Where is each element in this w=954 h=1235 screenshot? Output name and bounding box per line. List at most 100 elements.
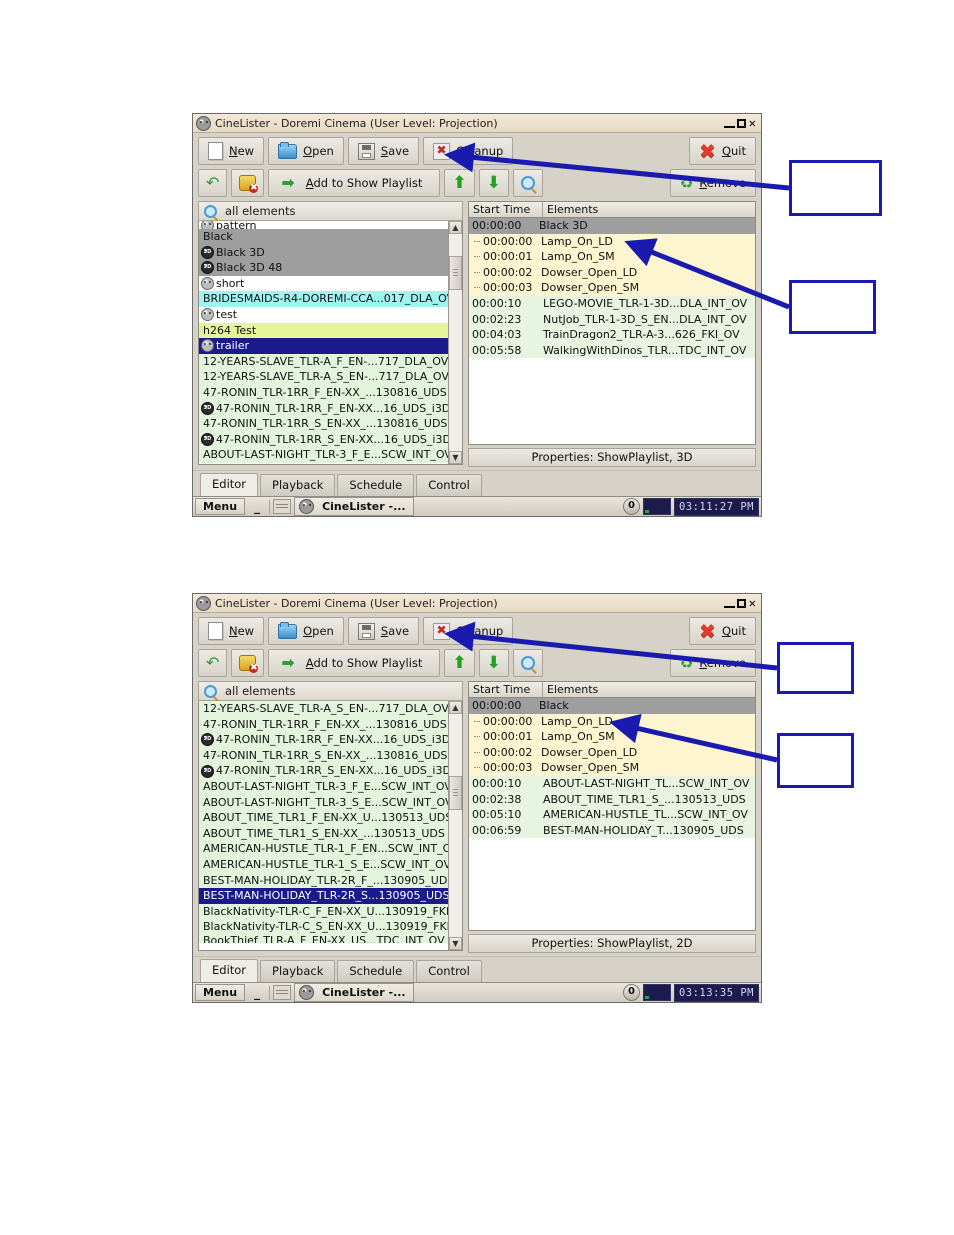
list-item[interactable]: BRIDESMAIDS-R4-DOREMI-CCA...017_DLA_OV: [199, 291, 448, 307]
list-item[interactable]: test: [199, 306, 448, 323]
playlist-row[interactable]: 00:00:03 Dowser_Open_SM: [469, 760, 755, 776]
menu-button-2[interactable]: Menu: [195, 984, 246, 1001]
list-item[interactable]: ABOUT-LAST-NIGHT_TLR-3_F_E...SCW_INT_OV: [199, 778, 448, 795]
list-item[interactable]: Black: [199, 229, 448, 245]
tab-editor[interactable]: Editor: [200, 959, 259, 982]
list-item[interactable]: 3D Black 3D: [199, 244, 448, 261]
save-button-2[interactable]: Save: [347, 617, 420, 645]
element-list[interactable]: pattern Black 3D Black 3D 3D Black 3D 48 short…: [198, 221, 463, 465]
open-button[interactable]: Open: [268, 137, 344, 165]
list-item[interactable]: pattern: [199, 221, 448, 229]
quit-button-2[interactable]: ✖ Quit: [689, 617, 756, 645]
playlist-row[interactable]: 00:00:10 ABOUT-LAST-NIGHT_TL...SCW_INT_OV: [469, 775, 755, 792]
open-button-2[interactable]: Open: [268, 617, 344, 645]
playlist-row[interactable]: 00:05:10 AMERICAN-HUSTLE_TL...SCW_INT_OV: [469, 807, 755, 823]
search-input[interactable]: all elements: [225, 204, 296, 218]
list-item[interactable]: 3D 47-RONIN_TLR-1RR_F_EN-XX...16_UDS_i3D: [199, 400, 448, 417]
undo-button[interactable]: ↷: [198, 169, 228, 197]
list-item[interactable]: BEST-MAN-HOLIDAY_TLR-2R_S...130905_UDS: [199, 888, 448, 904]
new-button[interactable]: New: [198, 137, 265, 165]
list-item[interactable]: 3D 47-RONIN_TLR-1RR_F_EN-XX...16_UDS_i3D: [199, 732, 448, 748]
scroll-thumb[interactable]: [449, 256, 462, 290]
playlist-row[interactable]: 00:00:03 Dowser_Open_SM: [469, 280, 755, 296]
search-input-2[interactable]: all elements: [225, 684, 296, 698]
scroll-track-2[interactable]: [449, 714, 462, 937]
view-tabs[interactable]: Editor Playback Schedule Control: [193, 470, 761, 496]
tab-schedule[interactable]: Schedule: [337, 960, 415, 982]
notification-counter[interactable]: 0: [622, 498, 640, 515]
list-item[interactable]: 3D Black 3D 48: [199, 260, 448, 276]
playlist-row[interactable]: 00:00:00 Lamp_On_LD: [469, 233, 755, 250]
scroll-up-arrow[interactable]: ▲: [449, 221, 462, 234]
playlist-row[interactable]: 00:00:02 Dowser_Open_LD: [469, 744, 755, 761]
list-item[interactable]: AMERICAN-HUSTLE_TLR-1_F_EN...SCW_INT_OV: [199, 841, 448, 857]
scroll-down-arrow[interactable]: ▼: [449, 451, 462, 464]
close-button[interactable]: ✕: [748, 117, 757, 129]
list-item[interactable]: ABOUT_TIME_TLR1_S_EN-XX_...130513_UDS: [199, 825, 448, 842]
list-item[interactable]: 12-YEARS-SLAVE_TLR-A_S_EN-...717_DLA_OV: [199, 701, 448, 717]
list-item[interactable]: 47-RONIN_TLR-1RR_S_EN-XX_...130816_UDS: [199, 747, 448, 764]
list-item[interactable]: BlackNativity-TLR-C_F_EN-XX_U...130919_F…: [199, 903, 448, 920]
list-item[interactable]: ABOUT-LAST-NIGHT_TLR-3_F_E...SCW_INT_OV: [199, 447, 448, 463]
list-item[interactable]: BlackNativity-TLR-C_S_EN-XX_U...130919_F…: [199, 919, 448, 935]
list-item[interactable]: ABOUT_TIME_TLR1_F_EN-XX_U...130513_UDS: [199, 810, 448, 826]
move-down-button-2[interactable]: ⬇: [478, 649, 509, 677]
close-button-2[interactable]: ✕: [748, 597, 757, 609]
delete-element-button[interactable]: [231, 169, 265, 197]
list-item[interactable]: h264 Test: [199, 322, 448, 339]
tab-control[interactable]: Control: [416, 960, 482, 982]
taskbar-task-cinelister-2[interactable]: CineLister -...: [294, 983, 414, 1002]
element-list-scrollbar[interactable]: ▲ ▼: [448, 221, 462, 464]
scroll-thumb-2[interactable]: [449, 776, 462, 810]
playlist-row[interactable]: 00:00:02 Dowser_Open_LD: [469, 264, 755, 281]
taskbar-minimize-button-2[interactable]: _: [248, 987, 266, 999]
add-to-show-playlist-button[interactable]: ➡ Add to Show Playlist: [268, 169, 441, 197]
playlist-list[interactable]: 00:00:00 Black 3D 00:00:00 Lamp_On_LD 00:00:…: [468, 218, 756, 445]
move-up-button-2[interactable]: ⬆: [444, 649, 475, 677]
quit-button[interactable]: ✖ Quit: [689, 137, 756, 165]
list-item[interactable]: 3D 47-RONIN_TLR-1RR_S_EN-XX...16_UDS_i3D: [199, 431, 448, 448]
element-search-bar-2[interactable]: all elements: [198, 681, 463, 701]
tab-playback[interactable]: Playback: [260, 960, 336, 982]
maximize-button[interactable]: [736, 118, 746, 128]
move-down-button[interactable]: ⬇: [478, 169, 509, 197]
list-item[interactable]: 47-RONIN_TLR-1RR_F_EN-XX_...130816_UDS: [199, 384, 448, 401]
tab-control[interactable]: Control: [416, 474, 482, 496]
element-list-rows[interactable]: pattern Black 3D Black 3D 3D Black 3D 48 short…: [199, 221, 448, 464]
playlist-list-2[interactable]: 00:00:00 Black 00:00:00 Lamp_On_LD 00:00:01 L…: [468, 698, 756, 931]
cleanup-button-2[interactable]: ✖ Cleanup: [423, 617, 514, 645]
playlist-row[interactable]: 00:06:59 BEST-MAN-HOLIDAY_T...130905_UDS: [469, 822, 755, 839]
playlist-rows-2[interactable]: 00:00:00 Black 00:00:00 Lamp_On_LD 00:00:01 L…: [469, 698, 755, 839]
playlist-row[interactable]: 00:00:00 Black: [469, 698, 755, 714]
add-to-show-playlist-button-2[interactable]: ➡ Add to Show Playlist: [268, 649, 441, 677]
scroll-track[interactable]: [449, 234, 462, 451]
list-item[interactable]: ABOUT-LAST-NIGHT_TLR-3_S_E...SCW_INT_OV: [199, 794, 448, 811]
list-item[interactable]: BookThief_TLR-A_F_EN-XX_US...TDC_INT_OV: [199, 934, 448, 943]
inspect-button[interactable]: [512, 169, 543, 197]
element-list-2[interactable]: 12-YEARS-SLAVE_TLR-A_S_EN-...717_DLA_OV 4…: [198, 701, 463, 951]
tab-schedule[interactable]: Schedule: [337, 474, 415, 496]
playlist-row[interactable]: 00:02:38 ABOUT_TIME_TLR1_S_...130513_UDS: [469, 791, 755, 808]
delete-element-button-2[interactable]: [231, 649, 265, 677]
playlist-row[interactable]: 00:00:10 LEGO-MOVIE_TLR-1-3D...DLA_INT_OV: [469, 295, 755, 312]
new-button-2[interactable]: New: [198, 617, 265, 645]
menu-button[interactable]: Menu: [195, 498, 246, 515]
playlist-row[interactable]: 00:00:00 Lamp_On_LD: [469, 713, 755, 730]
remove-button[interactable]: ♻ Remove: [669, 169, 756, 197]
move-up-button[interactable]: ⬆: [444, 169, 475, 197]
taskbar-task-cinelister[interactable]: CineLister -...: [294, 497, 414, 516]
list-item[interactable]: 12-YEARS-SLAVE_TLR-A_S_EN-...717_DLA_OV: [199, 369, 448, 385]
playlist-rows[interactable]: 00:00:00 Black 3D 00:00:00 Lamp_On_LD 00:00:…: [469, 218, 755, 359]
element-search-bar[interactable]: all elements: [198, 201, 463, 221]
playlist-row[interactable]: 00:02:23 NutJob_TLR-1-3D_S_EN...DLA_INT_O…: [469, 311, 755, 328]
save-button[interactable]: Save: [347, 137, 420, 165]
playlist-row[interactable]: 00:00:01 Lamp_On_SM: [469, 729, 755, 745]
scroll-down-arrow-2[interactable]: ▼: [449, 937, 462, 950]
taskbar-minimize-button[interactable]: _: [248, 501, 266, 513]
list-item[interactable]: AMERICAN-HUSTLE_TLR-1_S_E...SCW_INT_OV: [199, 856, 448, 873]
maximize-button-2[interactable]: [736, 598, 746, 608]
list-item[interactable]: 47-RONIN_TLR-1RR_F_EN-XX_...130816_UDS: [199, 716, 448, 733]
tab-playback[interactable]: Playback: [260, 474, 336, 496]
list-item[interactable]: 47-RONIN_TLR-1RR_S_EN-XX_...130816_UDS: [199, 416, 448, 432]
playlist-row[interactable]: 00:00:00 Black 3D: [469, 218, 755, 234]
